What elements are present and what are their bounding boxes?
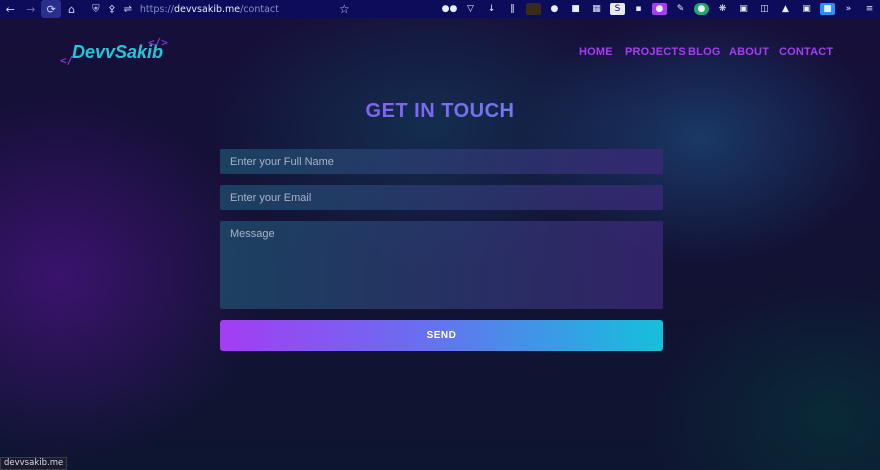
extension-icon[interactable]: ◫ <box>757 3 772 15</box>
extensions-bar: ●● ▽ ↓ ‖ ● ■ ▦ S ▪ ● ✎ ● ❋ ▣ ◫ ▲ ▣ ■ » ≡ <box>439 3 880 15</box>
extension-icon[interactable]: ■ <box>819 3 835 15</box>
mask-icon[interactable]: ●● <box>442 3 458 15</box>
address-bar[interactable]: ⛨ ⚴ ⇌ https://devvsakib.me/contact ☆ <box>88 0 409 18</box>
home-icon[interactable]: ⌂ <box>61 0 81 18</box>
extension-icon[interactable] <box>525 3 541 15</box>
permissions-icon[interactable]: ⇌ <box>120 4 136 15</box>
extension-icon[interactable]: ✎ <box>673 3 688 15</box>
page-content: </ DevvSakib </> HOME PROJECTS BLOG ABOU… <box>0 18 880 470</box>
main-nav: HOME PROJECTS BLOG ABOUT CONTACT <box>0 46 880 62</box>
url-path: /contact <box>240 3 279 15</box>
url-host: devvsakib.me <box>173 3 241 15</box>
forward-arrow-icon[interactable]: → <box>20 0 40 18</box>
full-name-input[interactable] <box>220 149 663 174</box>
nav-home-link[interactable]: HOME <box>579 46 613 58</box>
extension-icon[interactable]: ▣ <box>736 3 751 15</box>
extension-icon[interactable]: ▪ <box>631 3 646 15</box>
overflow-icon[interactable]: » <box>841 3 856 15</box>
nav-contact-link[interactable]: CONTACT <box>779 46 833 58</box>
page-title: GET IN TOUCH <box>0 100 880 123</box>
message-textarea[interactable] <box>220 221 663 309</box>
lock-icon[interactable]: ⚴ <box>104 4 120 15</box>
back-arrow-icon[interactable]: ← <box>0 0 20 18</box>
url-scheme: https:// <box>139 3 174 15</box>
menu-icon[interactable]: ≡ <box>862 3 877 15</box>
send-button[interactable]: SEND <box>220 320 663 351</box>
extension-icon[interactable]: ▲ <box>778 3 793 15</box>
nav-blog-link[interactable]: BLOG <box>688 46 721 58</box>
extension-icon[interactable]: ● <box>693 3 709 15</box>
nav-about-link[interactable]: ABOUT <box>729 46 769 58</box>
status-bar-url: devvsakib.me <box>0 457 68 470</box>
extension-icon[interactable]: ■ <box>568 3 583 15</box>
extension-icon[interactable]: ● <box>651 3 667 15</box>
browser-toolbar: ← → ⟳ ⌂ ⛨ ⚴ ⇌ https://devvsakib.me/conta… <box>0 0 880 18</box>
extension-icon[interactable]: ▣ <box>799 3 814 15</box>
extension-icon[interactable]: S <box>609 3 625 15</box>
library-icon[interactable]: ‖ <box>505 3 520 15</box>
extension-icon[interactable]: ▦ <box>589 3 604 15</box>
star-icon[interactable]: ☆ <box>339 2 350 16</box>
pocket-icon[interactable]: ▽ <box>463 3 478 15</box>
nav-projects-link[interactable]: PROJECTS <box>625 46 686 58</box>
extension-icon[interactable]: ❋ <box>715 3 730 15</box>
reload-icon[interactable]: ⟳ <box>40 0 62 18</box>
shield-icon[interactable]: ⛨ <box>88 4 104 15</box>
extension-icon[interactable]: ● <box>547 3 562 15</box>
download-icon[interactable]: ↓ <box>484 3 499 15</box>
email-input[interactable] <box>220 185 663 210</box>
url-text[interactable]: https://devvsakib.me/contact <box>140 4 279 15</box>
